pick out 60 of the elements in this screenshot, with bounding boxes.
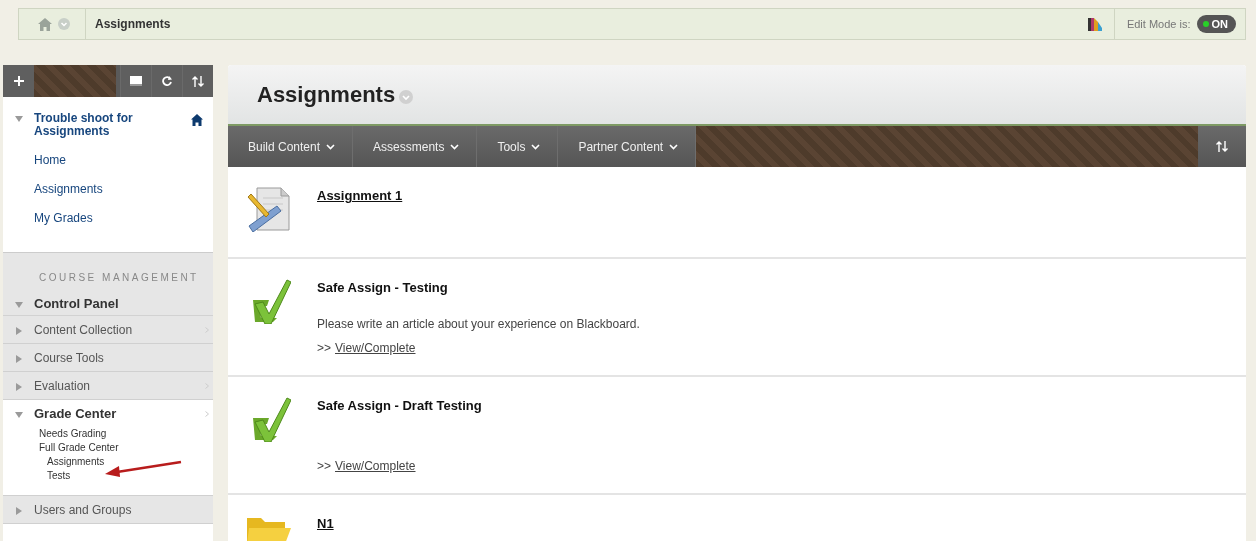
menu-section-label[interactable]: Evaluation [34, 378, 194, 393]
reorder-button[interactable] [182, 65, 213, 97]
home-icon [38, 17, 52, 31]
collapse-triangle-icon[interactable] [15, 300, 23, 309]
expand-triangle-icon[interactable] [15, 355, 23, 363]
view-complete-link[interactable]: View/Complete [335, 341, 416, 355]
menu-section-label[interactable]: Course Tools [34, 350, 209, 365]
item-title[interactable]: Assignment 1 [317, 188, 403, 203]
plus-icon [13, 76, 24, 86]
menu-link[interactable]: Tests [47, 469, 71, 483]
assignment-document-icon [247, 186, 293, 232]
expand-triangle-icon[interactable] [15, 327, 23, 335]
reorder-button[interactable] [1198, 126, 1246, 167]
window-icon [130, 76, 142, 86]
menu-button[interactable]: Assessments [353, 126, 478, 167]
menu-section-label[interactable]: Content Collection [34, 322, 194, 337]
item-title: Safe Assign - Draft Testing [317, 398, 482, 413]
display-window-button[interactable] [120, 65, 151, 97]
sort-arrows-icon [1216, 141, 1228, 152]
menu-button[interactable]: Partner Content [558, 126, 697, 167]
link-prefix: >> [317, 341, 331, 355]
chevron-down-icon [531, 144, 541, 150]
chevron-down-icon [450, 144, 460, 150]
home-icon [191, 114, 203, 126]
menu-link[interactable]: Home [34, 146, 203, 175]
menu-link[interactable]: Assignments [34, 175, 203, 204]
expand-triangle-icon[interactable] [15, 507, 23, 515]
edit-mode-label: Edit Mode is: [1126, 18, 1191, 30]
page-title: Assignments [257, 81, 396, 108]
chevron-down-icon [399, 89, 414, 104]
menu-section-label[interactable]: Grade Center [34, 406, 194, 421]
menu-link[interactable]: Assignments [47, 455, 105, 469]
sort-arrows-icon [192, 75, 204, 87]
menu-link[interactable]: My Grades [34, 204, 203, 233]
menu-link[interactable]: Needs Grading [39, 427, 107, 441]
menu-button[interactable]: Build Content [228, 126, 354, 167]
control-panel-title[interactable]: Control Panel [34, 295, 119, 311]
view-complete-link[interactable]: View/Complete [335, 459, 416, 473]
collapse-triangle-icon[interactable] [15, 411, 23, 419]
chevron-down-icon [669, 144, 679, 150]
chevron-down-icon [58, 18, 70, 30]
menu-section-label[interactable]: Users and Groups [34, 502, 209, 517]
expand-triangle-icon[interactable] [15, 383, 23, 391]
chevron-right-icon [205, 410, 209, 417]
menu-link[interactable]: Full Grade Center [39, 441, 119, 455]
item-title[interactable]: N1 [317, 516, 334, 531]
add-menu-item-button[interactable] [3, 65, 34, 97]
item-title: Safe Assign - Testing [317, 280, 449, 295]
link-prefix: >> [317, 459, 331, 473]
collapse-triangle-icon[interactable] [15, 115, 23, 123]
menu-button[interactable]: Tools [477, 126, 559, 167]
course-title[interactable]: Trouble shoot for Assignments [34, 112, 180, 138]
breadcrumb-title[interactable]: Assignments [95, 17, 171, 31]
color-palette-icon [1087, 17, 1102, 31]
edit-mode-toggle[interactable]: ON [1196, 15, 1236, 33]
chevron-down-icon [326, 144, 336, 150]
refresh-icon [162, 76, 172, 86]
section-heading: COURSE MANAGEMENT [38, 272, 200, 283]
item-description: Please write an article about your experience on Blackboard. [317, 317, 640, 331]
refresh-button[interactable] [151, 65, 182, 97]
